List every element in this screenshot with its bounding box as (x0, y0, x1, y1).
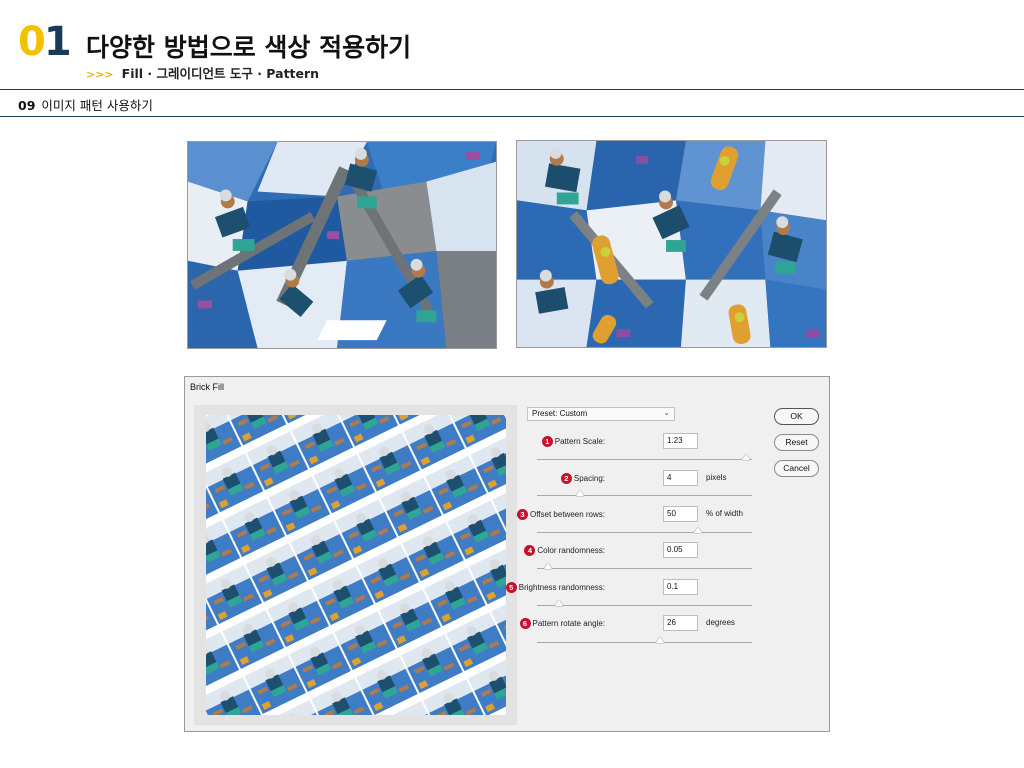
param-label: 3 Offset between rows: (517, 509, 605, 520)
preset-dropdown[interactable]: Preset: Custom ⌄ (527, 407, 675, 421)
rotate-angle-input[interactable]: 26 (663, 615, 698, 631)
param-color-randomness: 4 Color randomness: 0.05 (524, 542, 765, 560)
step-badge: 4 (524, 545, 536, 556)
step-badge: 5 (505, 582, 517, 593)
param-label-text: Spacing: (573, 474, 605, 483)
param-label: 1 Pattern Scale: (541, 436, 605, 447)
subtitle-text: Fill · 그레이디언트 도구 · Pattern (121, 66, 320, 81)
param-pattern-scale: 1 Pattern Scale: 1.23 (525, 433, 765, 451)
offset-slider[interactable] (537, 527, 752, 533)
param-offset-between-rows: 3 Offset between rows: 50 % of width (517, 506, 765, 524)
chapter-title: 다양한 방법으로 색상 적용하기 (86, 33, 412, 62)
pattern-scale-input[interactable]: 1.23 (663, 433, 698, 449)
slider-thumb[interactable] (741, 454, 750, 460)
pattern-scale-slider[interactable] (537, 454, 752, 460)
section-number: 09 (18, 98, 36, 113)
param-label: 6 Pattern rotate angle: (519, 618, 606, 629)
preset-value: Preset: Custom (532, 409, 588, 418)
brick-fill-dialog: Brick Fill Preset: Custom ⌄ OK Reset Can… (184, 376, 830, 732)
param-label-text: Offset between rows: (530, 510, 605, 519)
slider-thumb[interactable] (543, 563, 552, 569)
rotate-angle-slider[interactable] (537, 637, 752, 643)
color-randomness-slider[interactable] (537, 563, 752, 569)
param-label: 5 Brightness randomness: (505, 582, 605, 593)
chapter-subtitle: >>> Fill · 그레이디언트 도구 · Pattern (86, 63, 319, 82)
param-pattern-rotate-angle: 6 Pattern rotate angle: 26 degrees (519, 615, 765, 633)
pattern-preview (206, 415, 506, 715)
chapter-number-digit-1: 1 (43, 19, 72, 65)
pattern-result-image-2 (516, 140, 827, 348)
subtitle-arrows: >>> (86, 68, 114, 81)
step-badge: 6 (519, 618, 531, 629)
header-rule-top (0, 89, 1024, 90)
chapter-number: 01 (18, 19, 72, 65)
param-label-text: Pattern Scale: (554, 437, 605, 446)
section-title: 이미지 패턴 사용하기 (41, 98, 153, 113)
param-label-text: Color randomness: (537, 546, 605, 555)
brick-pattern-preview (206, 415, 506, 715)
reset-button[interactable]: Reset (774, 434, 819, 451)
slider-thumb[interactable] (554, 600, 563, 606)
kaleidoscope-pattern-1 (188, 142, 496, 348)
param-unit: degrees (706, 618, 735, 627)
offset-input[interactable]: 50 (663, 506, 698, 522)
param-brightness-randomness: 5 Brightness randomness: 0.1 (505, 579, 765, 597)
param-spacing: 2 Spacing: 4 pixels (525, 470, 765, 488)
slider-thumb[interactable] (655, 637, 664, 643)
param-unit: % of width (706, 509, 743, 518)
chapter-number-digit-0: 0 (18, 19, 46, 65)
section-label: 09 이미지 패턴 사용하기 (18, 95, 153, 114)
spacing-input[interactable]: 4 (663, 470, 698, 486)
ok-button[interactable]: OK (774, 408, 819, 425)
param-label-text: Pattern rotate angle: (532, 619, 606, 628)
param-label-text: Brightness randomness: (518, 583, 605, 592)
param-label: 2 Spacing: (560, 473, 605, 484)
slider-thumb[interactable] (576, 490, 584, 496)
header-rule-bottom (0, 116, 1024, 117)
step-badge: 3 (517, 509, 528, 520)
chevron-down-icon: ⌄ (663, 408, 670, 417)
param-label: 4 Color randomness: (524, 545, 605, 556)
preview-panel (194, 405, 517, 725)
color-randomness-input[interactable]: 0.05 (663, 542, 698, 558)
brightness-randomness-slider[interactable] (537, 600, 752, 606)
pattern-result-image-1 (187, 141, 497, 349)
cancel-button[interactable]: Cancel (774, 460, 819, 477)
dialog-title: Brick Fill (190, 382, 224, 392)
brightness-randomness-input[interactable]: 0.1 (663, 579, 698, 595)
kaleidoscope-pattern-2 (517, 141, 826, 347)
slider-thumb[interactable] (694, 527, 703, 533)
param-unit: pixels (706, 473, 727, 482)
step-badge: 2 (560, 473, 572, 484)
step-badge: 1 (541, 436, 553, 447)
spacing-slider[interactable] (537, 490, 752, 496)
